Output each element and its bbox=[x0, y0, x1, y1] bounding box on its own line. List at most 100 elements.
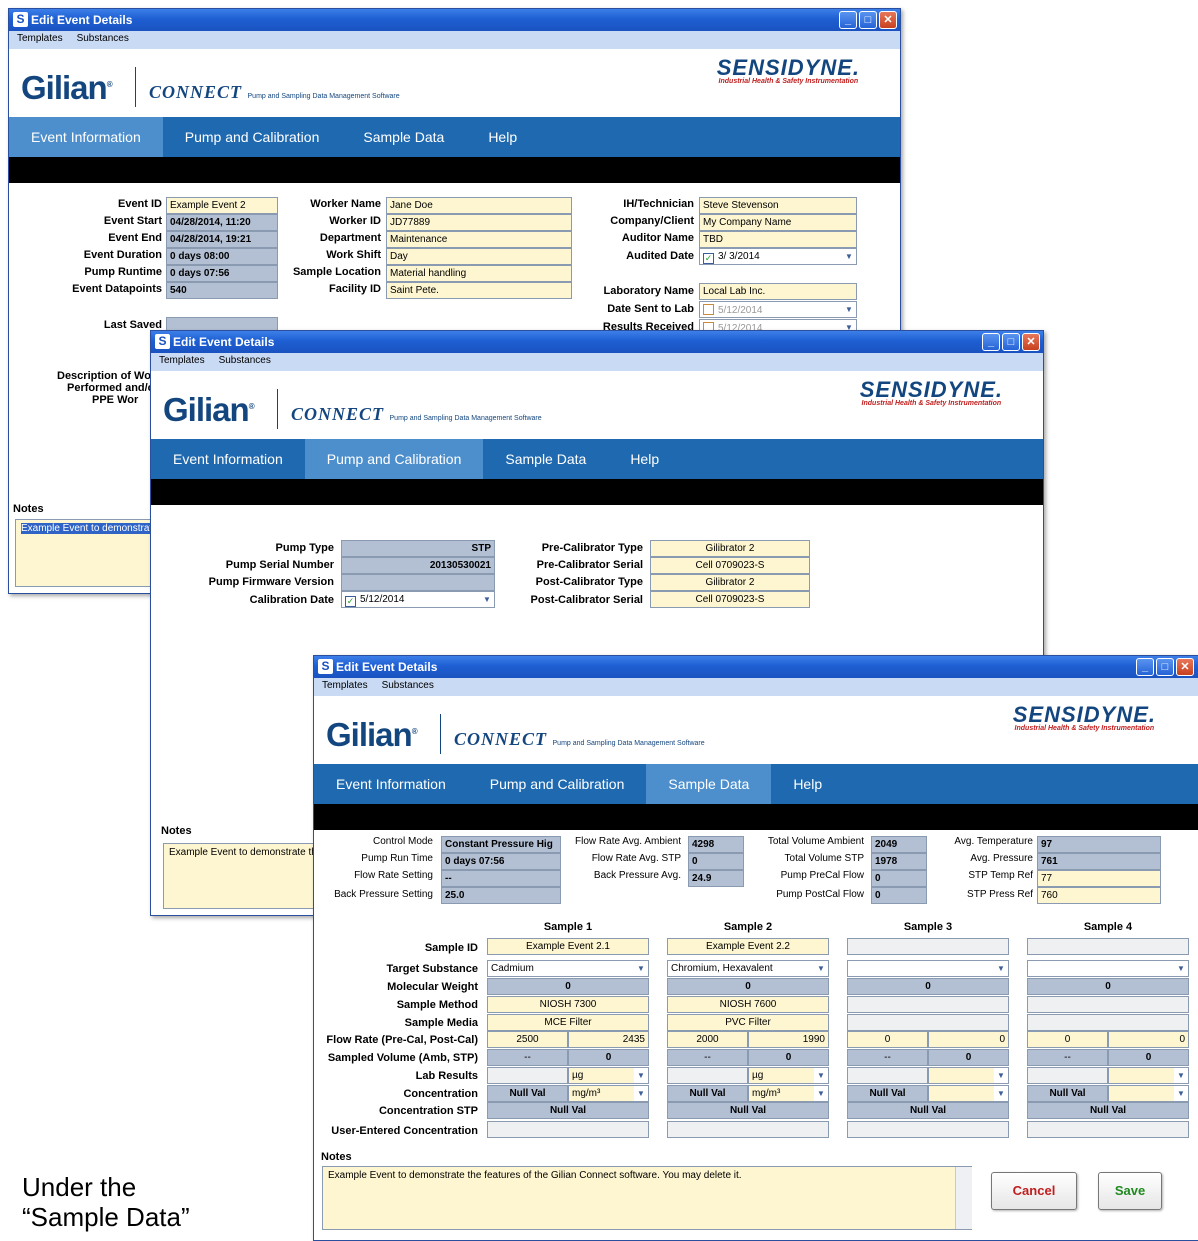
concentration-unit-select[interactable]: mg/m³ ▼ bbox=[748, 1085, 829, 1102]
concentration-unit-select[interactable]: mg/m³ ▼ bbox=[568, 1085, 649, 1102]
stp-press-ref-field[interactable]: 760 bbox=[1037, 887, 1161, 904]
chevron-down-icon[interactable]: ▼ bbox=[814, 961, 828, 976]
close-button[interactable]: ✕ bbox=[879, 11, 897, 29]
lab-results-field[interactable] bbox=[487, 1067, 568, 1084]
tab-sample-data[interactable]: Sample Data bbox=[646, 764, 772, 804]
lab-results-field[interactable] bbox=[667, 1067, 748, 1084]
sample-media-field[interactable]: PVC Filter bbox=[667, 1014, 829, 1031]
menu-substances[interactable]: Substances bbox=[382, 680, 434, 691]
tab-sample-data[interactable]: Sample Data bbox=[483, 439, 608, 479]
facility-id-field[interactable]: Saint Pete. bbox=[386, 282, 572, 299]
menu-substances[interactable]: Substances bbox=[77, 33, 129, 44]
chevron-down-icon[interactable]: ▼ bbox=[842, 302, 856, 317]
lab-results-field[interactable] bbox=[847, 1067, 928, 1084]
flow-rate-precal-field[interactable]: 2000 bbox=[667, 1031, 748, 1048]
sample-method-field[interactable]: NIOSH 7300 bbox=[487, 996, 649, 1013]
tab-pump-calibration[interactable]: Pump and Calibration bbox=[163, 117, 342, 157]
chevron-down-icon[interactable]: ▼ bbox=[814, 1086, 828, 1101]
worker-name-field[interactable]: Jane Doe bbox=[386, 197, 572, 214]
target-substance-select[interactable]: Chromium, Hexavalent ▼ bbox=[667, 960, 829, 977]
save-button[interactable]: Save bbox=[1098, 1172, 1162, 1210]
close-button[interactable]: ✕ bbox=[1022, 333, 1040, 351]
post-calibrator-type-field[interactable]: Gilibrator 2 bbox=[650, 574, 810, 591]
chevron-down-icon[interactable]: ▼ bbox=[1174, 1086, 1188, 1101]
checkbox-icon[interactable]: ✓ bbox=[703, 253, 714, 264]
tab-help[interactable]: Help bbox=[608, 439, 681, 479]
calibration-date-picker[interactable]: ✓ 5/12/2014 ▼ bbox=[341, 591, 495, 608]
menu-templates[interactable]: Templates bbox=[322, 680, 368, 691]
company-client-field[interactable]: My Company Name bbox=[699, 214, 857, 231]
menu-templates[interactable]: Templates bbox=[17, 33, 63, 44]
lab-results-unit-select[interactable]: ▼ bbox=[928, 1067, 1009, 1084]
chevron-down-icon[interactable]: ▼ bbox=[994, 1068, 1008, 1083]
flow-rate-postcal-field[interactable]: 0 bbox=[1108, 1031, 1189, 1048]
notes-textarea[interactable]: Example Event to demonstrate the feature… bbox=[322, 1166, 972, 1230]
sample-media-field[interactable]: MCE Filter bbox=[487, 1014, 649, 1031]
flow-rate-precal-field[interactable]: 0 bbox=[847, 1031, 928, 1048]
tab-help[interactable]: Help bbox=[771, 764, 844, 804]
sample-media-field[interactable] bbox=[847, 1014, 1009, 1031]
tab-sample-data[interactable]: Sample Data bbox=[341, 117, 466, 157]
maximize-button[interactable]: □ bbox=[1002, 333, 1020, 351]
audited-date-picker[interactable]: ✓ 3/ 3/2014 ▼ bbox=[699, 248, 857, 265]
tab-event-information[interactable]: Event Information bbox=[314, 764, 468, 804]
department-field[interactable]: Maintenance bbox=[386, 231, 572, 248]
chevron-down-icon[interactable]: ▼ bbox=[1174, 1068, 1188, 1083]
tab-event-information[interactable]: Event Information bbox=[151, 439, 305, 479]
user-entered-concentration-field[interactable] bbox=[847, 1121, 1009, 1138]
concentration-unit-select[interactable]: ▼ bbox=[928, 1085, 1009, 1102]
chevron-down-icon[interactable]: ▼ bbox=[634, 1086, 648, 1101]
tab-pump-calibration[interactable]: Pump and Calibration bbox=[304, 439, 484, 479]
chevron-down-icon[interactable]: ▼ bbox=[814, 1068, 828, 1083]
checkbox-icon[interactable]: ✓ bbox=[345, 596, 356, 607]
menu-substances[interactable]: Substances bbox=[219, 355, 271, 366]
sample-id-field[interactable]: Example Event 2.2 bbox=[667, 938, 829, 955]
lab-results-unit-select[interactable]: µg ▼ bbox=[748, 1067, 829, 1084]
chevron-down-icon[interactable]: ▼ bbox=[634, 1068, 648, 1083]
sample-method-field[interactable]: NIOSH 7600 bbox=[667, 996, 829, 1013]
post-calibrator-serial-field[interactable]: Cell 0709023-S bbox=[650, 591, 810, 608]
notes-scrollbar[interactable] bbox=[955, 1167, 972, 1229]
sample-method-field[interactable] bbox=[1027, 996, 1189, 1013]
title-bar[interactable]: S Edit Event Details _ □ ✕ bbox=[151, 331, 1043, 353]
minimize-button[interactable]: _ bbox=[1136, 658, 1154, 676]
lab-results-field[interactable] bbox=[1027, 1067, 1108, 1084]
flow-rate-precal-field[interactable]: 2500 bbox=[487, 1031, 568, 1048]
chevron-down-icon[interactable]: ▼ bbox=[480, 592, 494, 607]
stp-temp-ref-field[interactable]: 77 bbox=[1037, 870, 1161, 887]
title-bar[interactable]: S Edit Event Details _ □ ✕ bbox=[314, 656, 1198, 678]
minimize-button[interactable]: _ bbox=[982, 333, 1000, 351]
title-bar[interactable]: S Edit Event Details _ □ ✕ bbox=[9, 9, 900, 31]
user-entered-concentration-field[interactable] bbox=[1027, 1121, 1189, 1138]
laboratory-name-field[interactable]: Local Lab Inc. bbox=[699, 283, 857, 300]
concentration-unit-select[interactable]: ▼ bbox=[1108, 1085, 1189, 1102]
maximize-button[interactable]: □ bbox=[1156, 658, 1174, 676]
work-shift-field[interactable]: Day bbox=[386, 248, 572, 265]
flow-rate-precal-field[interactable]: 0 bbox=[1027, 1031, 1108, 1048]
flow-rate-postcal-field[interactable]: 0 bbox=[928, 1031, 1009, 1048]
lab-results-unit-select[interactable]: ▼ bbox=[1108, 1067, 1189, 1084]
date-sent-picker[interactable]: 5/12/2014 ▼ bbox=[699, 301, 857, 318]
checkbox-icon[interactable] bbox=[703, 304, 714, 315]
chevron-down-icon[interactable]: ▼ bbox=[994, 1086, 1008, 1101]
user-entered-concentration-field[interactable] bbox=[667, 1121, 829, 1138]
chevron-down-icon[interactable]: ▼ bbox=[842, 249, 856, 264]
flow-rate-postcal-field[interactable]: 2435 bbox=[568, 1031, 649, 1048]
sample-id-field[interactable]: Example Event 2.1 bbox=[487, 938, 649, 955]
sample-location-field[interactable]: Material handling bbox=[386, 265, 572, 282]
ih-technician-field[interactable]: Steve Stevenson bbox=[699, 197, 857, 214]
close-button[interactable]: ✕ bbox=[1176, 658, 1194, 676]
flow-rate-postcal-field[interactable]: 1990 bbox=[748, 1031, 829, 1048]
chevron-down-icon[interactable]: ▼ bbox=[994, 961, 1008, 976]
minimize-button[interactable]: _ bbox=[839, 11, 857, 29]
sample-media-field[interactable] bbox=[1027, 1014, 1189, 1031]
user-entered-concentration-field[interactable] bbox=[487, 1121, 649, 1138]
chevron-down-icon[interactable]: ▼ bbox=[634, 961, 648, 976]
target-substance-select[interactable]: ▼ bbox=[847, 960, 1009, 977]
sample-id-field[interactable] bbox=[847, 938, 1009, 955]
maximize-button[interactable]: □ bbox=[859, 11, 877, 29]
tab-help[interactable]: Help bbox=[466, 117, 539, 157]
sample-method-field[interactable] bbox=[847, 996, 1009, 1013]
menu-templates[interactable]: Templates bbox=[159, 355, 205, 366]
sample-id-field[interactable] bbox=[1027, 938, 1189, 955]
